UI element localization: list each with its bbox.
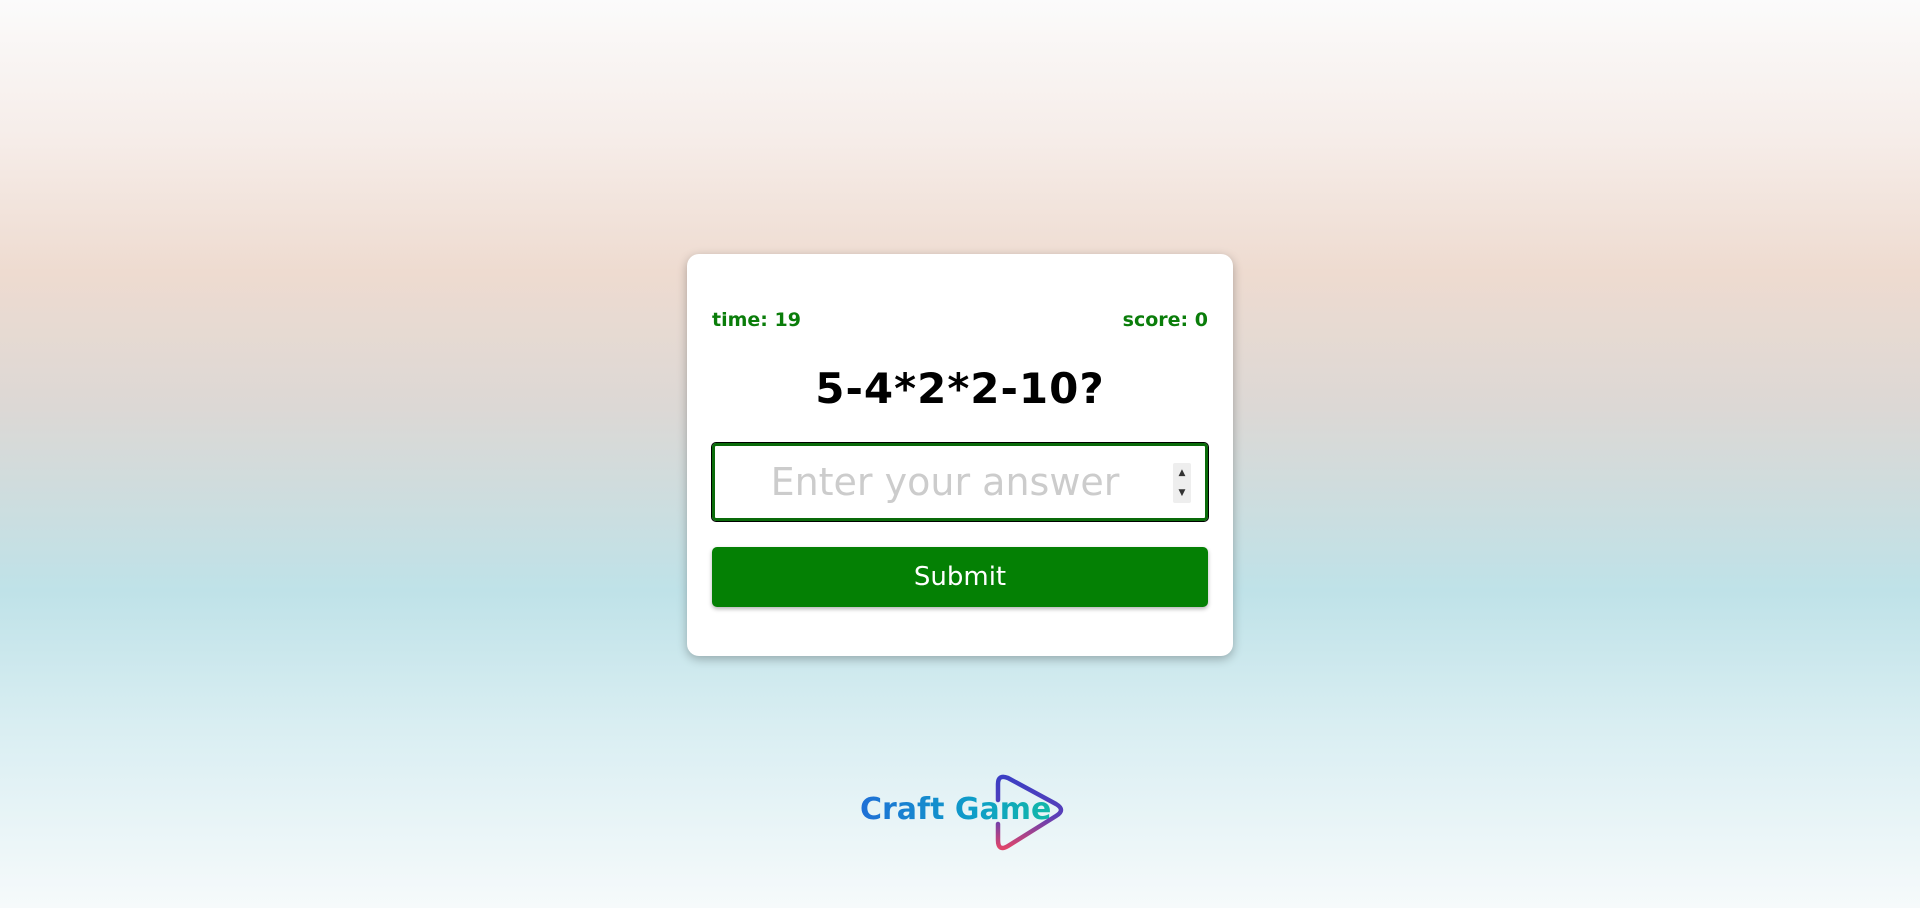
play-logo-icon [995,774,1064,851]
stats-bar: time: 19 score: 0 [712,309,1208,333]
craft-game-logo: Craft Game [860,772,1070,854]
increment-arrow-icon[interactable]: ▲ [1173,463,1191,483]
number-spinner: ▲ ▼ [1173,463,1191,503]
time-display: time: 19 [712,309,801,331]
submit-button[interactable]: Submit [712,547,1208,607]
decrement-arrow-icon[interactable]: ▼ [1173,483,1191,503]
question-text: 5-4*2*2-10? [815,364,1105,413]
score-display: score: 0 [1122,309,1208,331]
game-card: time: 19 score: 0 5-4*2*2-10? ▲ ▼ Submit [687,254,1233,656]
answer-input[interactable] [715,446,1145,518]
answer-field-wrapper: ▲ ▼ [711,442,1209,522]
